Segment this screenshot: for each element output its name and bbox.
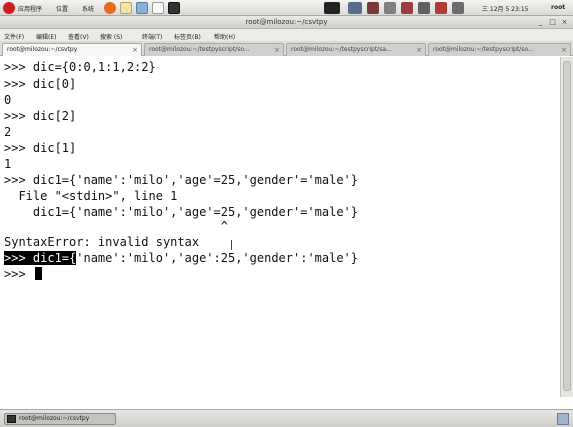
menu-file[interactable]: 文件(F) xyxy=(4,32,24,41)
top-panel: 应用程序 位置 系统 三 12月 5 23:15 root xyxy=(0,0,573,16)
document-icon[interactable] xyxy=(152,2,164,14)
taskbar-window-button[interactable]: root@milozou:~/csvtpy xyxy=(4,413,116,425)
terminal-cursor xyxy=(35,267,42,280)
tab-label: root@milozou:~/testpyscript/so... xyxy=(433,46,534,53)
menu-help[interactable]: 帮助(H) xyxy=(214,32,235,41)
bottom-panel: root@milozou:~/csvtpy xyxy=(0,409,573,427)
tab-label: root@milozou:~/testpyscript/sa... xyxy=(291,46,392,53)
help-icon[interactable] xyxy=(136,2,148,14)
clock[interactable]: 三 12月 5 23:15 xyxy=(482,4,528,13)
display-icon[interactable] xyxy=(348,2,362,14)
terminal-line: 2 xyxy=(4,125,12,139)
alert-icon[interactable] xyxy=(435,2,447,14)
terminal-icon xyxy=(7,415,16,423)
tab-close-icon[interactable]: × xyxy=(132,44,138,56)
places-menu[interactable]: 位置 xyxy=(56,4,68,13)
terminal-launcher-icon[interactable] xyxy=(168,2,180,14)
update-icon[interactable] xyxy=(367,2,379,14)
terminal-line: >>> dic[0] xyxy=(4,77,77,91)
applications-menu[interactable]: 应用程序 xyxy=(18,4,42,13)
highlighted-command-line: >>> dic1={'name':'milo','age':25,'gender… xyxy=(4,251,359,265)
network-icon[interactable] xyxy=(324,2,340,14)
battery-icon[interactable] xyxy=(452,2,464,14)
minimize-icon[interactable]: _ xyxy=(536,18,545,27)
tab-label: root@milozou:~/csvtpy xyxy=(7,46,78,53)
selected-text[interactable]: >>> dic1={ xyxy=(4,251,77,265)
keyboard-icon[interactable] xyxy=(418,2,430,14)
user-label[interactable]: root xyxy=(551,4,565,11)
terminal-line: dic1={'name':'milo','age'=25,'gender'='m… xyxy=(4,205,359,219)
menu-view[interactable]: 查看(V) xyxy=(68,32,89,41)
menu-edit[interactable]: 编辑(E) xyxy=(36,32,56,41)
notes-icon[interactable] xyxy=(120,2,132,14)
close-icon[interactable]: × xyxy=(560,18,569,27)
redhat-logo-icon[interactable] xyxy=(3,2,15,14)
tab-close-icon[interactable]: × xyxy=(416,44,422,56)
system-menu[interactable]: 系统 xyxy=(82,4,94,13)
scrollbar-thumb[interactable] xyxy=(563,61,571,391)
tab-testpyscript-1[interactable]: root@milozou:~/testpyscript/so... × xyxy=(144,43,284,56)
power-icon[interactable] xyxy=(401,2,413,14)
terminal-line: >>> dic1={'name':'milo','age'=25,'gender… xyxy=(4,173,359,187)
syntax-error-line: SyntaxError: invalid syntax xyxy=(4,235,200,249)
tab-bar: root@milozou:~/csvtpy × root@milozou:~/t… xyxy=(0,41,573,56)
terminal-area[interactable]: >>> dic={0:0,1:1,2:2} >>> dic[0] 0 >>> d… xyxy=(0,57,560,397)
volume-icon[interactable] xyxy=(384,2,396,14)
tab-csvtpy[interactable]: root@milozou:~/csvtpy × xyxy=(2,43,142,56)
terminal-line: >>> dic[2] xyxy=(4,109,77,123)
menu-terminal[interactable]: 终端(T) xyxy=(142,32,162,41)
terminal-line: >>> dic[1] xyxy=(4,141,77,155)
menubar: 文件(F) 编辑(E) 查看(V) 搜索 (S) 终端(T) 标签页(B) 帮助… xyxy=(0,29,573,41)
terminal-line: File "<stdin>", line 1 xyxy=(4,189,178,203)
menu-search[interactable]: 搜索 (S) xyxy=(100,32,122,41)
window-titlebar[interactable]: root@milozou:~/csvtpy _ □ × xyxy=(0,16,573,29)
mouse-ibeam-cursor xyxy=(231,240,233,250)
tab-close-icon[interactable]: × xyxy=(561,44,567,56)
maximize-icon[interactable]: □ xyxy=(548,18,557,27)
command-rest: 'name':'milo','age':25,'gender':'male'} xyxy=(76,251,359,265)
terminal-line: >>> dic={0:0,1:1,2:2} xyxy=(4,60,156,74)
terminal-scrollbar[interactable] xyxy=(560,57,573,397)
tab-testpyscript-3[interactable]: root@milozou:~/testpyscript/so... × xyxy=(428,43,571,56)
tab-label: root@milozou:~/testpyscript/so... xyxy=(149,46,250,53)
firefox-icon[interactable] xyxy=(104,2,116,14)
tab-testpyscript-2[interactable]: root@milozou:~/testpyscript/sa... × xyxy=(286,43,426,56)
workspace-switcher[interactable] xyxy=(557,413,569,425)
taskbar-window-label: root@milozou:~/csvtpy xyxy=(19,415,90,422)
menu-tabs[interactable]: 标签页(B) xyxy=(174,32,201,41)
window-title: root@milozou:~/csvtpy xyxy=(245,18,328,26)
terminal-line: 1 xyxy=(4,157,12,171)
tab-close-icon[interactable]: × xyxy=(274,44,280,56)
prompt-line: >>> xyxy=(4,267,33,281)
syntax-error-caret: ^ xyxy=(4,219,228,233)
terminal-line: 0 xyxy=(4,93,12,107)
